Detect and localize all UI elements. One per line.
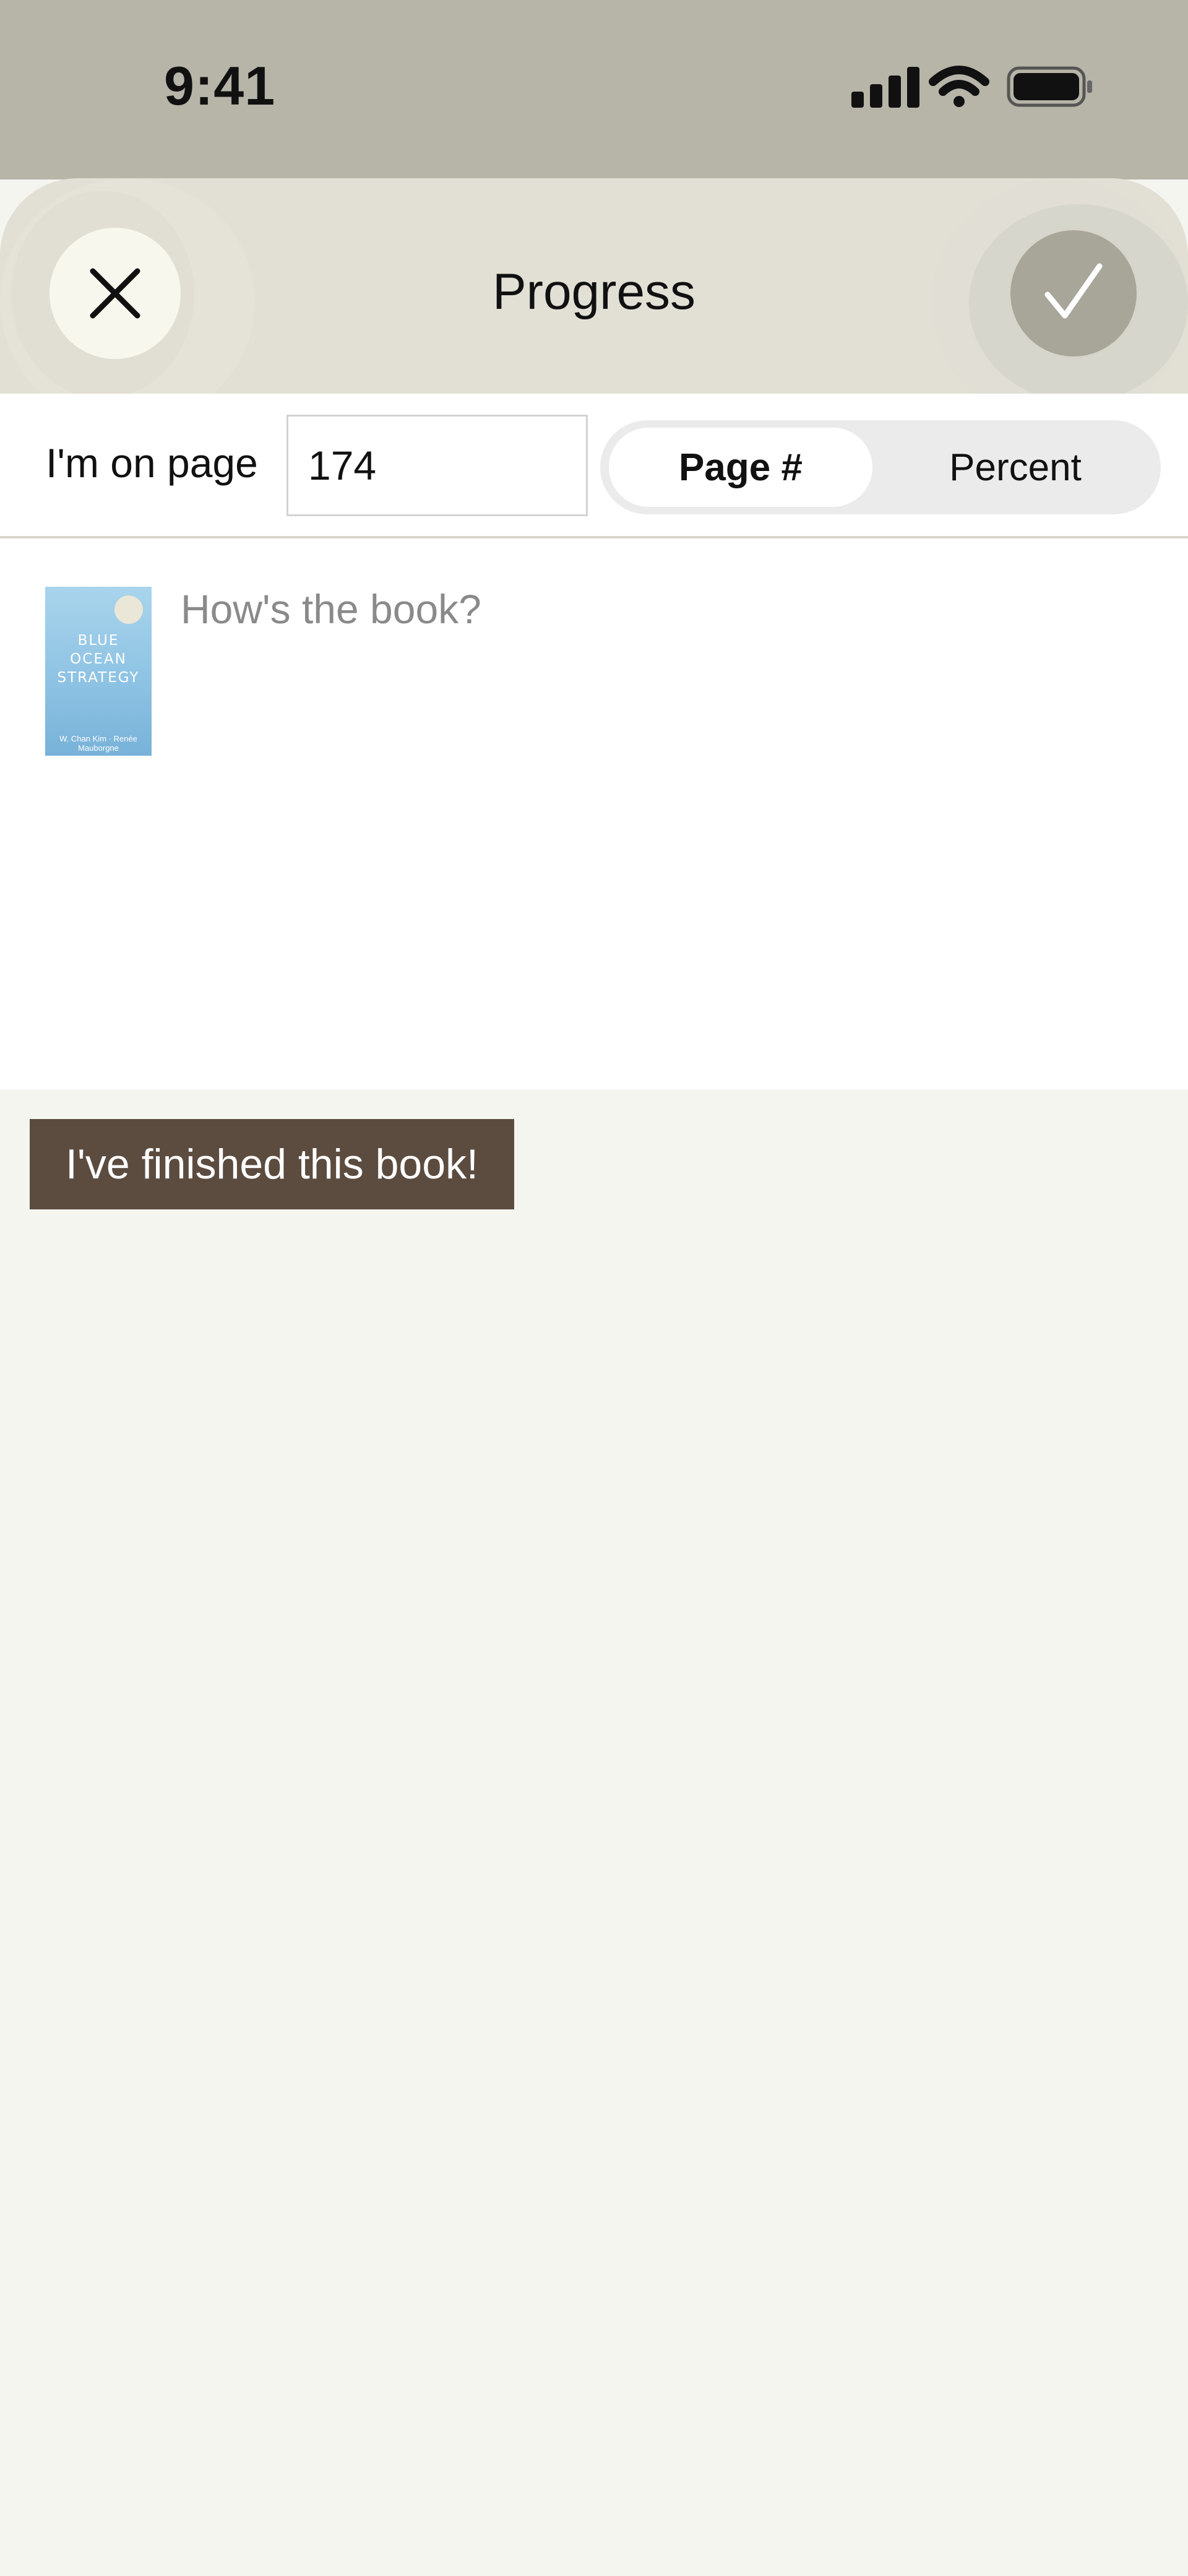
progress-mode-segmented-control: Page # Percent (600, 420, 1161, 514)
signal-icon (851, 67, 919, 108)
cover-title-line: STRATEGY (57, 670, 140, 686)
battery-icon (1007, 66, 1092, 107)
page-label: I'm on page (46, 440, 258, 486)
book-cover: BLUE OCEAN STRATEGY W. Chan Kim · Renée … (45, 587, 152, 756)
checkmark-icon (1044, 263, 1103, 319)
cover-title-line: OCEAN (70, 651, 127, 667)
cover-authors: W. Chan Kim · Renée Mauborgne (59, 734, 137, 753)
wifi-icon (929, 66, 989, 107)
page-number-input[interactable] (286, 415, 588, 516)
status-time: 9:41 (164, 55, 276, 116)
cover-badge (114, 595, 143, 624)
status-icons (848, 61, 1095, 115)
cover-title-line: BLUE (77, 633, 119, 649)
status-bar: 9:41 (0, 0, 1188, 179)
cover-title: BLUE OCEAN STRATEGY (45, 631, 152, 687)
review-area (0, 538, 1188, 1089)
finished-book-button[interactable]: I've finished this book! (30, 1119, 514, 1209)
confirm-button[interactable] (1008, 228, 1139, 359)
review-input[interactable]: How's the book? (181, 586, 481, 633)
segment-percent[interactable]: Percent (879, 428, 1152, 507)
segment-page-number[interactable]: Page # (609, 428, 872, 507)
